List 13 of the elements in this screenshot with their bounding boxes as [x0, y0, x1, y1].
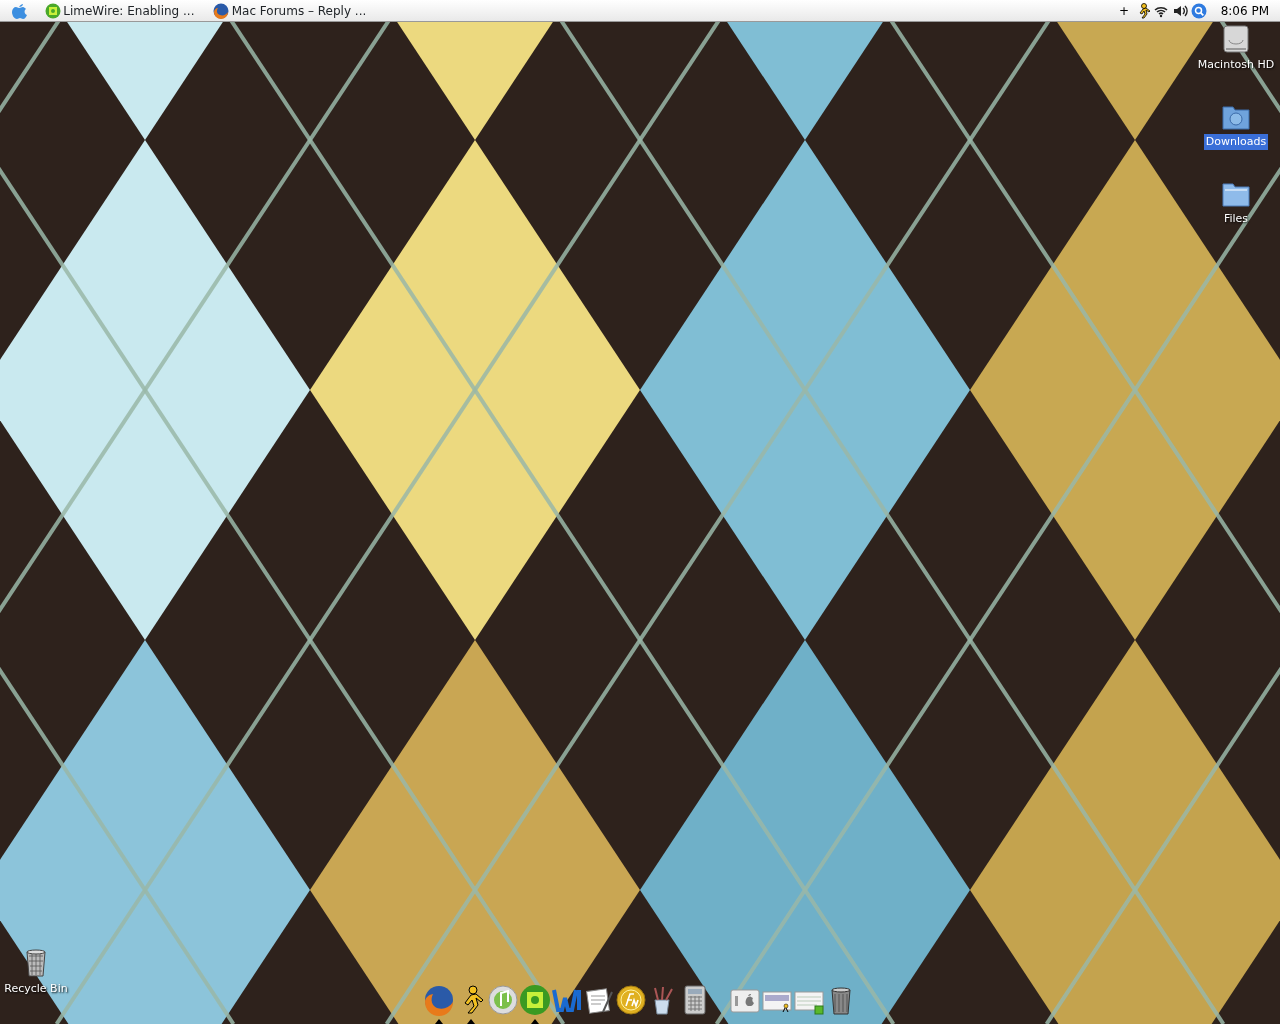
add-button[interactable]: +	[1119, 1, 1130, 20]
taskbar-button[interactable]: Mac Forums – Reply ...	[212, 0, 368, 21]
coin-icon[interactable]	[615, 984, 647, 1016]
taskbar-button[interactable]: LimeWire: Enabling ...	[43, 0, 196, 21]
globe-icon	[213, 2, 229, 19]
hard-drive-icon[interactable]	[1220, 22, 1252, 54]
desktop-icon-label[interactable]: Recycle Bin	[2, 980, 70, 998]
apple-logo-icon[interactable]	[11, 1, 27, 20]
ball-icon	[44, 2, 61, 19]
desktop-icon-label[interactable]: Files	[1221, 210, 1251, 228]
search-icon[interactable]	[1190, 2, 1207, 19]
clock: 8:06 PM	[1220, 2, 1269, 20]
desktop-icon-label[interactable]: Downloads	[1203, 133, 1269, 151]
